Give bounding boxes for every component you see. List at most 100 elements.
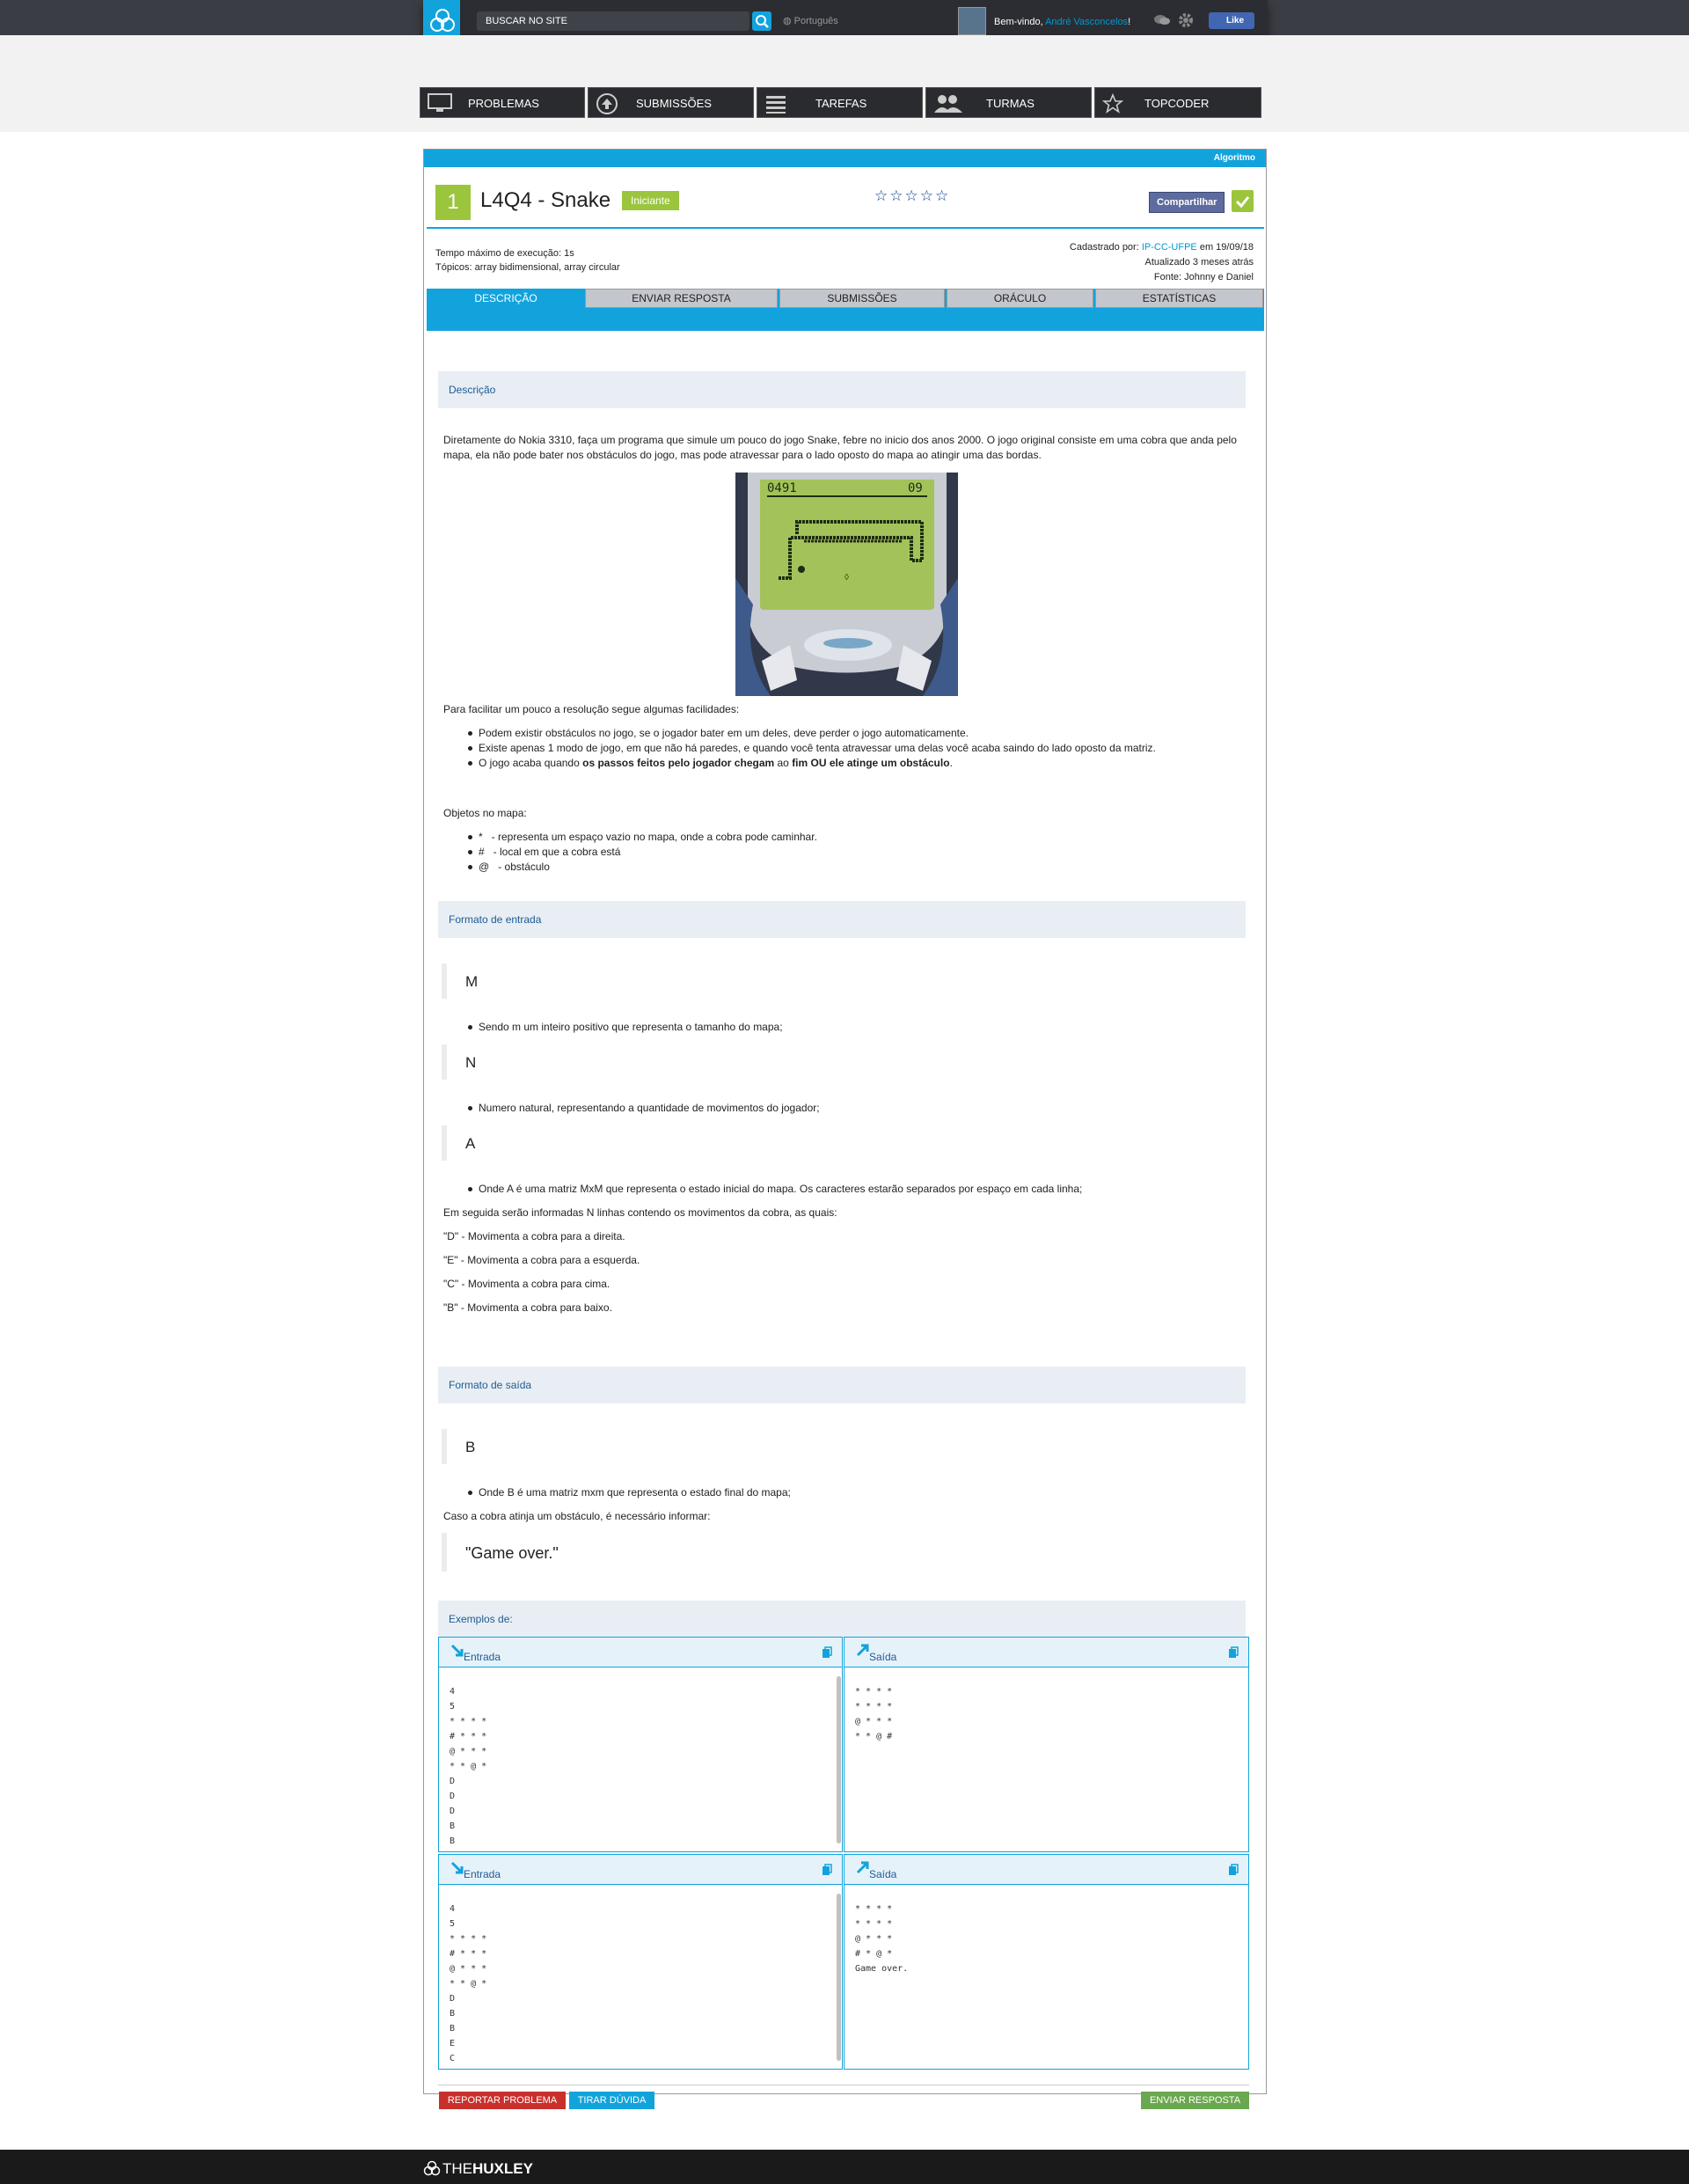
like-label: Like — [1226, 16, 1245, 26]
example-input-header: Entrada — [438, 1637, 843, 1667]
source-text: Fonte: Johnny e Daniel — [1153, 272, 1254, 282]
tab-enviar-resposta[interactable]: ENVIAR RESPOSTA — [585, 289, 778, 308]
ask-doubt-button[interactable]: TIRAR DÚVIDA — [569, 2092, 654, 2109]
section-heading-examples: Exemplos de: — [438, 1601, 1246, 1638]
rating-stars[interactable]: ☆☆☆☆☆ — [874, 187, 950, 205]
obstacle-note: Caso a cobra atinja um obstáculo, é nece… — [443, 1510, 711, 1522]
input-var-n: N — [465, 1054, 477, 1071]
search-button[interactable] — [752, 11, 771, 31]
example-input-box[interactable]: 4 5 * * * * # * * * @ * * * * * @ * D B … — [438, 1884, 843, 2070]
example-line: * * @ * — [450, 1979, 487, 1989]
copy-icon[interactable] — [821, 1864, 833, 1876]
chat-icon[interactable] — [1153, 14, 1171, 26]
time-limit: Tempo máximo de execução: 1s — [435, 248, 574, 259]
objects-title: Objetos no mapa: — [443, 807, 527, 819]
copy-icon[interactable] — [821, 1646, 833, 1659]
tab-submissoes[interactable]: SUBMISSÕES — [779, 289, 945, 308]
star-icon — [1102, 93, 1124, 114]
object-item: @ - obstáculo — [468, 861, 550, 873]
check-icon — [1235, 196, 1250, 209]
tab-oraculo[interactable]: ORÁCULO — [947, 289, 1093, 308]
nav-submissoes[interactable]: SUBMISSÕES — [588, 87, 754, 118]
tab-descricao[interactable]: DESCRIÇÃO — [428, 289, 583, 308]
example-line: # * * * — [450, 1732, 487, 1741]
blockquote-bar — [442, 1044, 447, 1080]
move-item: "B" - Movimenta a cobra para baixo. — [443, 1301, 612, 1314]
nav-problemas[interactable]: PROBLEMAS — [420, 87, 585, 118]
nokia-snake-image: 0491 09 ◊ — [735, 473, 958, 696]
arrow-down-right-icon — [450, 1644, 464, 1657]
blockquote-bar — [442, 1125, 447, 1161]
top-bar-inner: BUSCAR NO SITE ◍ Português Bem-vindo, An… — [423, 0, 1268, 39]
welcome-suffix: ! — [1128, 17, 1131, 27]
gear-icon[interactable] — [1178, 12, 1194, 28]
facilitate-text: Para facilitar um pouco a resolução segu… — [443, 703, 740, 715]
nav-topcoder[interactable]: TOPCODER — [1094, 87, 1261, 118]
intro-line-2: mapa, ela não pode bater nos obstáculos … — [443, 449, 1042, 461]
output-var-b: B — [465, 1439, 476, 1455]
move-item: "D" - Movimenta a cobra para a direita. — [443, 1230, 625, 1242]
share-button[interactable]: Compartilhar — [1149, 192, 1225, 213]
rule3-text: ao — [774, 757, 793, 769]
upload-circle-icon — [596, 93, 618, 114]
rule3-bold: os passos feitos pelo jogador chegam — [582, 757, 775, 769]
object-item: # - local em que a cobra está — [467, 846, 621, 858]
report-problem-button[interactable]: REPORTAR PROBLEMA — [439, 2092, 566, 2109]
example-line: B — [450, 2009, 456, 2019]
solved-check-button[interactable] — [1232, 190, 1254, 212]
problem-meta: Cadastrado por: IP-CC-UFPE em 19/09/18 A… — [1070, 240, 1254, 285]
output-desc-b: Onde B é uma matriz mxm que representa o… — [468, 1486, 791, 1499]
section-heading-output: Formato de saída — [438, 1367, 1246, 1403]
example-output-header: Saída — [844, 1854, 1249, 1885]
example-line: C — [450, 2054, 456, 2063]
moves-intro: Em seguida serão informadas N linhas con… — [443, 1206, 837, 1219]
example-input-box[interactable]: 4 5 * * * * # * * * @ * * * * * @ * D D … — [438, 1667, 843, 1852]
search-icon — [756, 15, 769, 28]
scrollbar[interactable] — [837, 1676, 841, 1843]
registered-by-link[interactable]: IP-CC-UFPE — [1142, 242, 1197, 253]
example-line: * * * * — [450, 1717, 487, 1726]
divider — [427, 227, 1264, 229]
example-input-header: Entrada — [438, 1854, 843, 1885]
arrow-up-right-icon — [856, 1644, 869, 1657]
copy-icon[interactable] — [1227, 1646, 1239, 1659]
example-line: 4 — [450, 1904, 456, 1914]
search-input[interactable]: BUSCAR NO SITE — [477, 11, 749, 31]
example-line: * * @ * — [450, 1762, 487, 1771]
nav-turmas[interactable]: TURMAS — [925, 87, 1092, 118]
problem-panel: Algoritmo 1 L4Q4 - Snake Iniciante ☆☆☆☆☆… — [423, 149, 1267, 2109]
nokia-phone-image: 0491 09 ◊ — [735, 473, 958, 696]
example-line: B — [450, 1821, 456, 1831]
move-item: "C" - Movimenta a cobra para cima. — [443, 1278, 611, 1290]
tab-estatisticas[interactable]: ESTATÍSTICAS — [1095, 289, 1263, 308]
section-heading-description: Descrição — [438, 371, 1246, 408]
rule-item: Podem existir obstáculos no jogo, se o j… — [468, 727, 969, 739]
user-name-link[interactable]: André Vasconcelos — [1045, 17, 1128, 27]
language-selector[interactable]: ◍ Português — [783, 15, 838, 26]
avatar[interactable] — [958, 7, 986, 35]
example-line: B — [450, 2024, 456, 2034]
blockquote-bar — [442, 1533, 447, 1572]
example-output-box[interactable]: * * * * * * * * @ * * * * * @ # — [844, 1667, 1249, 1852]
svg-text:◊: ◊ — [844, 573, 849, 583]
arrow-up-right-icon — [856, 1861, 869, 1874]
nav-tarefas[interactable]: TAREFAS — [757, 87, 923, 118]
input-desc-m: Sendo m um inteiro positivo que represen… — [468, 1021, 783, 1033]
rule-item: Existe apenas 1 modo de jogo, em que não… — [468, 742, 1156, 754]
rule-item: O jogo acaba quando os passos feitos pel… — [468, 756, 953, 771]
facebook-like-button[interactable]: Like — [1209, 12, 1254, 29]
category-bar: Algoritmo — [424, 150, 1266, 167]
example-line: * * @ # — [855, 1732, 893, 1741]
object-item: * - representa um espaço vazio no mapa, … — [468, 831, 817, 843]
scrollbar[interactable] — [837, 1894, 841, 2061]
footer-logo[interactable]: THEHUXLEY — [423, 2160, 533, 2178]
registered-prefix: Cadastrado por: — [1069, 242, 1142, 253]
example-line: # * @ * — [855, 1949, 893, 1959]
welcome-prefix: Bem-vindo, — [994, 17, 1046, 27]
section-heading-input: Formato de entrada — [438, 901, 1246, 938]
submit-answer-button[interactable]: ENVIAR RESPOSTA — [1141, 2092, 1249, 2109]
example-output-box[interactable]: * * * * * * * * @ * * * # * @ * Game ove… — [844, 1884, 1249, 2070]
footer: THEHUXLEY — [0, 2150, 1689, 2184]
huxley-logo[interactable] — [423, 0, 460, 39]
copy-icon[interactable] — [1227, 1864, 1239, 1876]
